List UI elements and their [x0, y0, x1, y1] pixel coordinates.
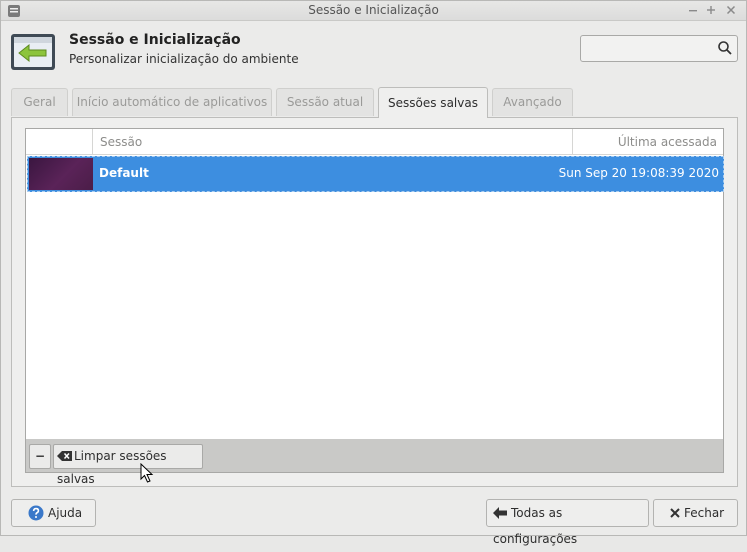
search-field[interactable] [580, 35, 738, 62]
table-row[interactable]: Default Sun Sep 20 19:08:39 2020 [27, 156, 724, 192]
sessions-list[interactable]: Sessão Última acessada Default Sun Sep 2… [25, 128, 724, 440]
page-title: Sessão e Inicialização [69, 32, 241, 48]
tab-advanced[interactable]: Avançado [492, 88, 573, 116]
help-button[interactable]: Ajuda [11, 499, 96, 527]
column-header-session[interactable]: Sessão [100, 135, 142, 149]
session-startup-window: Sessão e Inicialização Sessão e Iniciali… [0, 0, 747, 546]
help-icon [28, 505, 44, 520]
close-icon [726, 5, 736, 15]
search-icon[interactable] [717, 40, 733, 56]
close-dialog-button[interactable]: Fechar [653, 499, 738, 527]
tab-general[interactable]: Geral [11, 88, 68, 116]
list-toolbar: − Limpar sessões salvas [25, 439, 724, 486]
column-header-last-accessed[interactable]: Última acessada [618, 135, 717, 149]
maximize-button[interactable] [703, 3, 719, 19]
close-icon [670, 507, 680, 518]
saved-sessions-panel: Sessão Última acessada Default Sun Sep 2… [11, 117, 738, 487]
list-header: Sessão Última acessada [26, 129, 723, 155]
mouse-pointer-icon [140, 463, 154, 483]
session-startup-icon [11, 34, 55, 70]
clear-icon [57, 450, 72, 461]
minimize-button[interactable] [685, 3, 701, 19]
maximize-icon [707, 6, 715, 14]
all-settings-button[interactable]: Todas as configurações [486, 499, 649, 546]
page-subtitle: Personalizar inicialização do ambiente [69, 52, 299, 66]
help-label: Ajuda [48, 506, 83, 520]
remove-label: − [34, 449, 46, 463]
close-label: Fechar [684, 506, 725, 520]
close-button[interactable] [723, 3, 739, 19]
session-thumbnail [29, 158, 93, 190]
tab-autostart[interactable]: Início automático de aplicativos [72, 88, 272, 116]
tab-saved-sessions[interactable]: Sessões salvas [378, 87, 488, 118]
column-divider [92, 129, 93, 155]
minimize-icon [689, 10, 697, 12]
arrow-left-icon [493, 506, 507, 519]
session-name: Default [99, 166, 149, 180]
remove-session-button[interactable]: − [29, 444, 51, 469]
clear-sessions-button[interactable]: Limpar sessões salvas [53, 444, 203, 486]
search-input[interactable] [585, 39, 709, 58]
column-divider [572, 129, 573, 155]
tab-current-session[interactable]: Sessão atual [276, 88, 374, 116]
title-bar[interactable]: Sessão e Inicialização [1, 1, 746, 21]
session-last-accessed: Sun Sep 20 19:08:39 2020 [558, 166, 719, 180]
window-title: Sessão e Inicialização [308, 3, 439, 17]
